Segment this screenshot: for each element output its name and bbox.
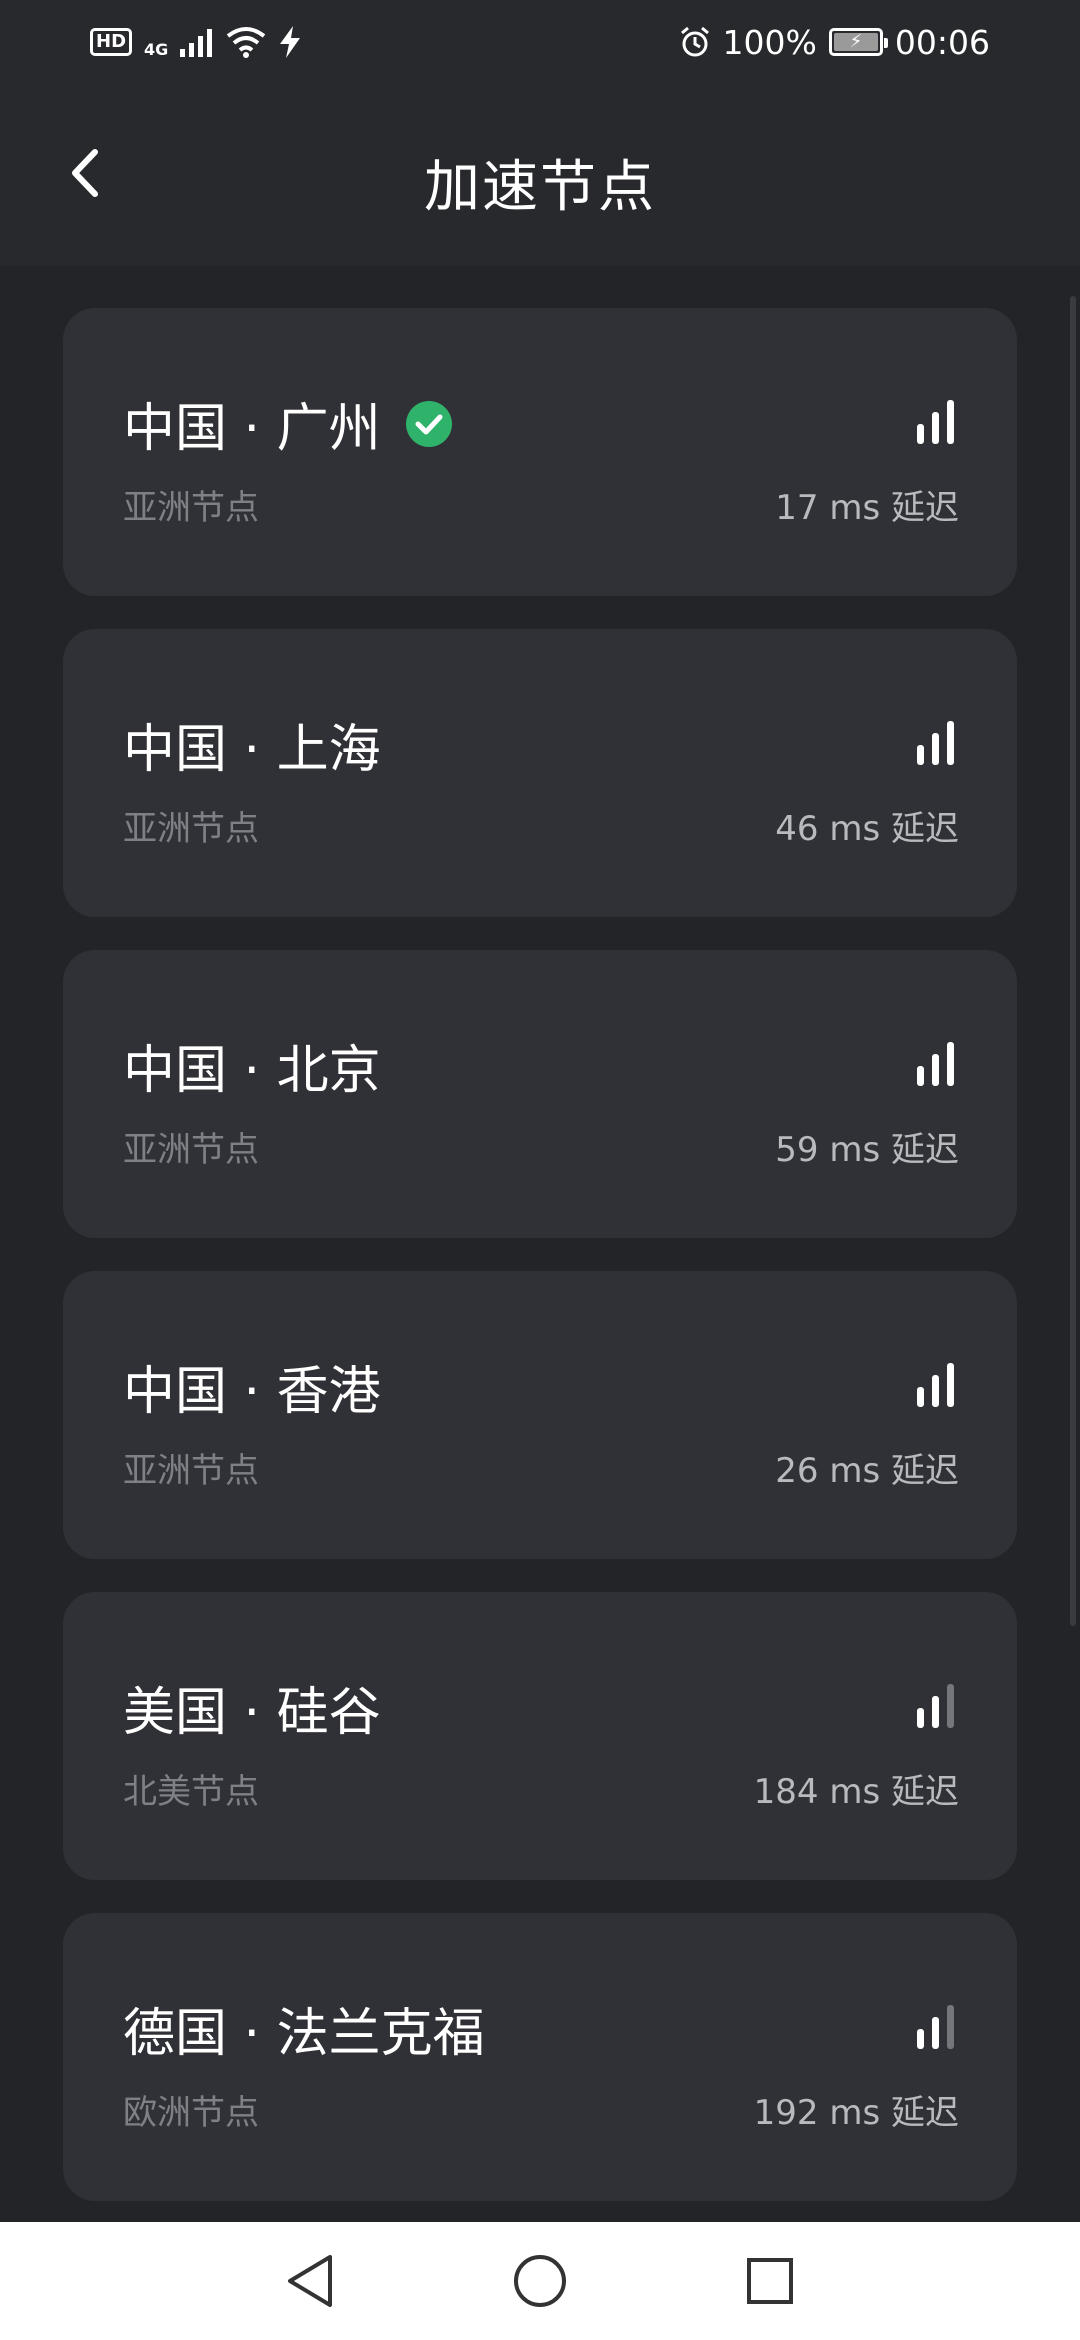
node-name-row: 中国 · 上海 — [123, 707, 381, 782]
scrollbar[interactable] — [1070, 296, 1076, 1626]
nav-home-button[interactable] — [510, 2251, 570, 2311]
node-latency: 17 ms 延迟 — [775, 488, 959, 528]
node-name: 美国 · 硅谷 — [123, 1683, 381, 1743]
battery-percentage: 100% — [722, 22, 817, 62]
node-name: 中国 · 上海 — [123, 720, 381, 780]
clock: 00:06 — [894, 22, 990, 62]
node-latency: 192 ms 延迟 — [753, 2093, 959, 2133]
node-card[interactable]: 中国 · 香港 亚洲节点 26 ms 延迟 — [63, 1271, 1017, 1559]
node-name-row: 中国 · 广州 — [123, 386, 453, 461]
alarm-icon — [680, 26, 709, 57]
node-region: 亚洲节点 — [123, 488, 259, 528]
back-triangle-icon — [288, 2255, 332, 2307]
charging-icon — [280, 26, 301, 58]
signal-bars-icon — [917, 2005, 954, 2049]
node-region: 亚洲节点 — [123, 1451, 259, 1491]
signal-bars-icon — [917, 721, 954, 765]
node-region: 北美节点 — [123, 1772, 259, 1812]
hd-badge: HD — [90, 28, 133, 56]
nav-back-button[interactable] — [280, 2251, 340, 2311]
node-name-row: 中国 · 北京 — [123, 1028, 381, 1103]
network-type: 4G — [144, 39, 169, 59]
node-card[interactable]: 中国 · 上海 亚洲节点 46 ms 延迟 — [63, 629, 1017, 917]
node-name: 中国 · 广州 — [123, 399, 381, 459]
node-region: 亚洲节点 — [123, 1130, 259, 1170]
status-bar-right: 100% ⚡ 00:06 — [679, 23, 990, 62]
signal-bars-icon — [917, 400, 954, 444]
node-latency: 26 ms 延迟 — [775, 1451, 959, 1491]
page-title: 加速节点 — [424, 155, 656, 220]
node-name: 德国 · 法兰克福 — [123, 2004, 485, 2064]
node-name-row: 美国 · 硅谷 — [123, 1670, 381, 1745]
wifi-icon — [227, 27, 266, 58]
status-bar: HD 4G 100% ⚡ 00:06 — [0, 0, 1080, 84]
node-card[interactable]: 美国 · 硅谷 北美节点 184 ms 延迟 — [63, 1592, 1017, 1880]
node-name: 中国 · 香港 — [123, 1362, 381, 1422]
node-card[interactable]: 德国 · 法兰克福 欧洲节点 192 ms 延迟 — [63, 1913, 1017, 2201]
node-latency: 46 ms 延迟 — [775, 809, 959, 849]
check-circle-icon — [405, 400, 452, 447]
node-name: 中国 · 北京 — [123, 1041, 381, 1101]
battery-icon: ⚡ — [828, 28, 888, 56]
node-card[interactable]: 中国 · 广州 亚洲节点 17 ms 延迟 — [63, 308, 1017, 596]
signal-bars-icon — [917, 1042, 954, 1086]
recents-square-icon — [747, 2258, 793, 2304]
node-region: 亚洲节点 — [123, 809, 259, 849]
nav-recents-button[interactable] — [740, 2251, 800, 2311]
node-name-row: 中国 · 香港 — [123, 1349, 381, 1424]
signal-bars-icon — [917, 1363, 954, 1407]
app-header: 加速节点 — [0, 84, 1080, 266]
node-latency: 184 ms 延迟 — [753, 1772, 959, 1812]
navigation-bar — [0, 2222, 1080, 2340]
home-circle-icon — [514, 2255, 566, 2307]
node-latency: 59 ms 延迟 — [775, 1130, 959, 1170]
signal-strength-icon — [180, 29, 213, 57]
status-bar-left: HD 4G — [90, 26, 302, 59]
node-card[interactable]: 中国 · 北京 亚洲节点 59 ms 延迟 — [63, 950, 1017, 1238]
node-region: 欧洲节点 — [123, 2093, 259, 2133]
signal-bars-icon — [917, 1684, 954, 1728]
node-name-row: 德国 · 法兰克福 — [123, 1991, 485, 2066]
node-list: 中国 · 广州 亚洲节点 17 ms 延迟 中国 · 上海 亚洲节点 46 ms… — [63, 308, 1017, 2234]
